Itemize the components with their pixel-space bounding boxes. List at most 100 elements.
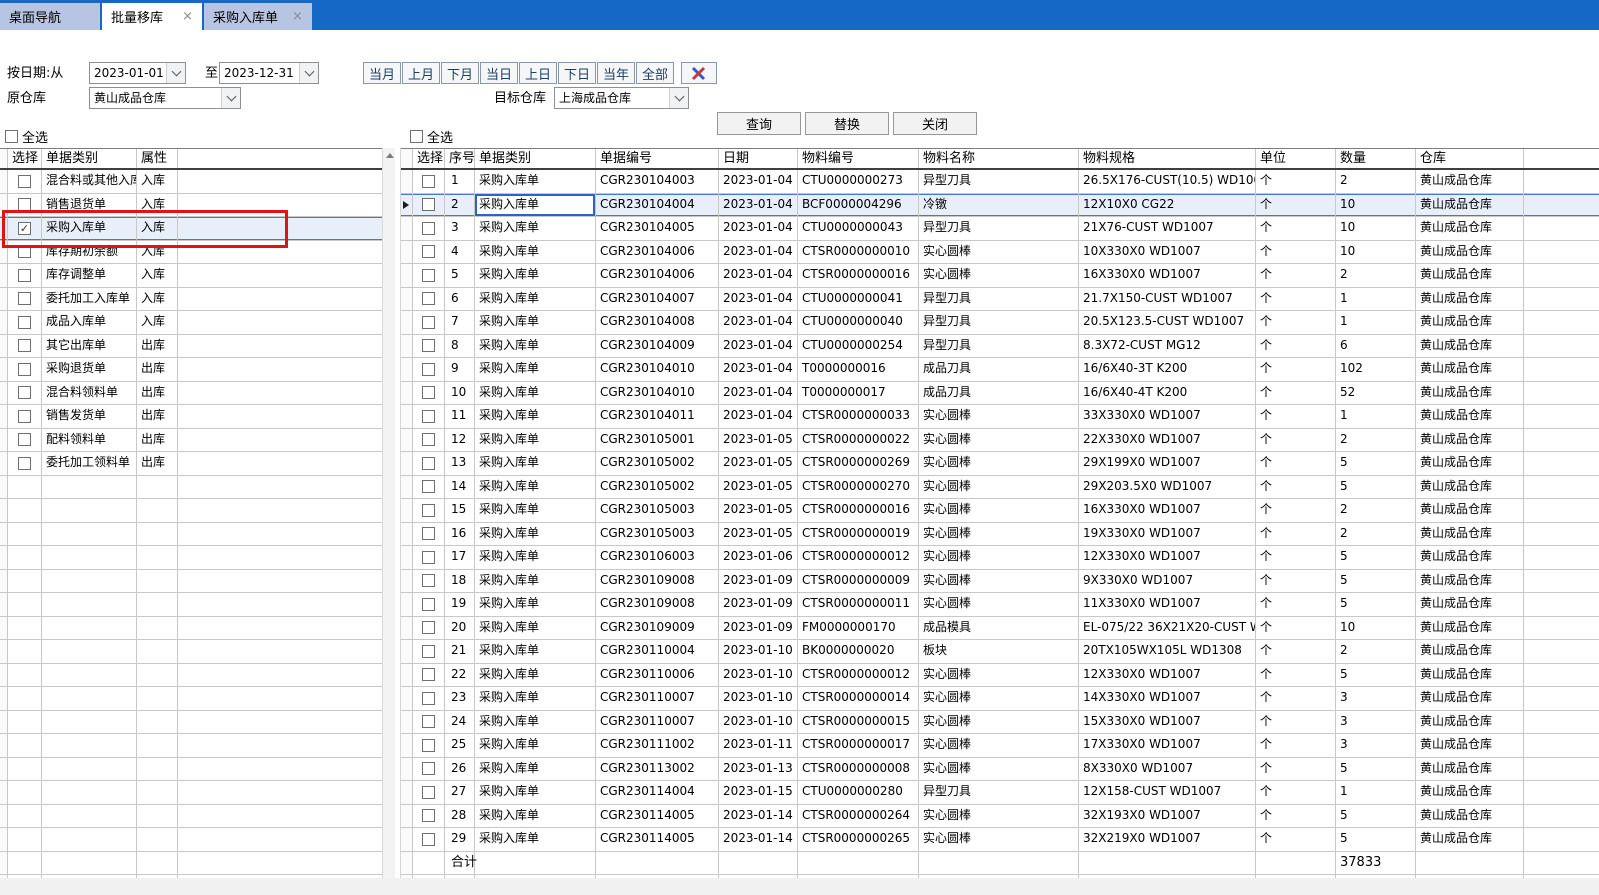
doc-no-cell[interactable]: CGR230109009 <box>596 617 719 640</box>
material-name-cell[interactable]: 实心圆棒 <box>919 828 1079 851</box>
checkbox-cell[interactable] <box>8 288 42 311</box>
checkbox-cell[interactable] <box>413 311 445 334</box>
material-name-cell[interactable]: 异型刀具 <box>919 311 1079 334</box>
doc-type-cell[interactable]: 委托加工入库单 <box>42 288 137 311</box>
qty-cell[interactable]: 1 <box>1336 311 1416 334</box>
material-no-cell[interactable]: BK0000000020 <box>798 640 919 663</box>
warehouse-cell[interactable]: 黄山成品仓库 <box>1416 828 1524 851</box>
row-checkbox[interactable] <box>422 198 435 211</box>
unit-cell[interactable]: 个 <box>1256 711 1336 734</box>
header-doc-no[interactable]: 单据编号 <box>596 149 719 168</box>
tab-batch-transfer[interactable]: 批量移库 × <box>102 3 202 30</box>
doc-no-cell[interactable]: CGR230106003 <box>596 546 719 569</box>
unit-cell[interactable]: 个 <box>1256 452 1336 475</box>
warehouse-cell[interactable]: 黄山成品仓库 <box>1416 405 1524 428</box>
unit-cell[interactable]: 个 <box>1256 593 1336 616</box>
row-checkbox[interactable] <box>18 292 31 305</box>
seq-cell[interactable]: 21 <box>445 640 475 663</box>
row-checkbox[interactable] <box>18 245 31 258</box>
checkbox-cell[interactable] <box>413 194 445 217</box>
qty-cell[interactable]: 2 <box>1336 640 1416 663</box>
table-row[interactable]: 27采购入库单CGR2301140042023-01-15CTU00000002… <box>401 781 1599 805</box>
doc-no-cell[interactable]: CGR230104004 <box>596 194 719 217</box>
table-row[interactable]: 其它出库单出库 <box>0 335 382 359</box>
doc-type-cell[interactable]: 采购入库单 <box>475 828 596 851</box>
attr-cell[interactable]: 出库 <box>137 405 178 428</box>
spec-cell[interactable]: 9X330X0 WD1007 <box>1079 570 1256 593</box>
seq-cell[interactable]: 11 <box>445 405 475 428</box>
qty-cell[interactable]: 2 <box>1336 523 1416 546</box>
row-checkbox[interactable] <box>422 809 435 822</box>
seq-cell[interactable]: 25 <box>445 734 475 757</box>
seq-cell[interactable]: 24 <box>445 711 475 734</box>
spec-cell[interactable]: 16X330X0 WD1007 <box>1079 264 1256 287</box>
attr-cell[interactable]: 入库 <box>137 288 178 311</box>
material-no-cell[interactable]: CTU0000000043 <box>798 217 919 240</box>
row-checkbox[interactable] <box>18 316 31 329</box>
doc-type-cell[interactable]: 采购入库单 <box>475 241 596 264</box>
row-checkbox[interactable] <box>422 245 435 258</box>
table-row[interactable]: 14采购入库单CGR2301050022023-01-05CTSR0000000… <box>401 476 1599 500</box>
date-cell[interactable]: 2023-01-14 <box>719 805 798 828</box>
material-name-cell[interactable]: 实心圆棒 <box>919 664 1079 687</box>
material-name-cell[interactable]: 实心圆棒 <box>919 570 1079 593</box>
qty-cell[interactable]: 5 <box>1336 452 1416 475</box>
qty-cell[interactable]: 2 <box>1336 429 1416 452</box>
qty-cell[interactable]: 5 <box>1336 664 1416 687</box>
material-name-cell[interactable]: 实心圆棒 <box>919 687 1079 710</box>
seq-cell[interactable]: 4 <box>445 241 475 264</box>
checkbox-cell[interactable]: ✓ <box>8 217 42 240</box>
qty-cell[interactable]: 5 <box>1336 546 1416 569</box>
unit-cell[interactable]: 个 <box>1256 358 1336 381</box>
qty-cell[interactable]: 5 <box>1336 570 1416 593</box>
spec-cell[interactable]: 17X330X0 WD1007 <box>1079 734 1256 757</box>
warehouse-cell[interactable]: 黄山成品仓库 <box>1416 264 1524 287</box>
table-row[interactable]: 销售发货单出库 <box>0 405 382 429</box>
date-cell[interactable]: 2023-01-14 <box>719 828 798 851</box>
table-row[interactable]: 20采购入库单CGR2301090092023-01-09FM000000017… <box>401 617 1599 641</box>
material-no-cell[interactable]: CTSR0000000014 <box>798 687 919 710</box>
checkbox-cell[interactable] <box>413 781 445 804</box>
doc-no-cell[interactable]: CGR230114005 <box>596 805 719 828</box>
doc-no-cell[interactable]: CGR230105002 <box>596 452 719 475</box>
replace-button[interactable]: 替换 <box>805 112 889 135</box>
material-no-cell[interactable]: CTSR0000000015 <box>798 711 919 734</box>
seq-cell[interactable]: 17 <box>445 546 475 569</box>
checkbox-cell[interactable] <box>413 452 445 475</box>
doc-no-cell[interactable]: CGR230104010 <box>596 358 719 381</box>
table-row[interactable]: 8采购入库单CGR2301040092023-01-04CTU000000025… <box>401 335 1599 359</box>
material-no-cell[interactable]: CTSR0000000010 <box>798 241 919 264</box>
doc-type-cell[interactable]: 采购入库单 <box>475 593 596 616</box>
chevron-down-icon[interactable] <box>299 63 318 83</box>
quick-button-next-month[interactable]: 下月 <box>441 62 479 84</box>
warehouse-cell[interactable]: 黄山成品仓库 <box>1416 288 1524 311</box>
unit-cell[interactable]: 个 <box>1256 640 1336 663</box>
table-row[interactable]: 配料领料单出库 <box>0 429 382 453</box>
table-row[interactable]: 13采购入库单CGR2301050022023-01-05CTSR0000000… <box>401 452 1599 476</box>
unit-cell[interactable]: 个 <box>1256 664 1336 687</box>
warehouse-cell[interactable]: 黄山成品仓库 <box>1416 523 1524 546</box>
checkbox-cell[interactable] <box>413 734 445 757</box>
row-checkbox[interactable] <box>18 386 31 399</box>
checkbox-cell[interactable] <box>413 805 445 828</box>
seq-cell[interactable]: 2 <box>445 194 475 217</box>
doc-type-cell[interactable]: 采购入库单 <box>475 711 596 734</box>
unit-cell[interactable]: 个 <box>1256 170 1336 193</box>
row-checkbox[interactable] <box>422 762 435 775</box>
material-no-cell[interactable]: CTSR0000000012 <box>798 664 919 687</box>
scroll-up-icon[interactable] <box>383 148 396 163</box>
table-row[interactable]: 库存期初余额入库 <box>0 241 382 265</box>
header-doc-type[interactable]: 单据类别 <box>42 149 137 168</box>
table-row[interactable]: 7采购入库单CGR2301040082023-01-04CTU000000004… <box>401 311 1599 335</box>
query-button[interactable]: 查询 <box>717 112 801 135</box>
seq-cell[interactable]: 22 <box>445 664 475 687</box>
table-row[interactable]: 混合料领料单出库 <box>0 382 382 406</box>
warehouse-cell[interactable]: 黄山成品仓库 <box>1416 217 1524 240</box>
unit-cell[interactable]: 个 <box>1256 523 1336 546</box>
warehouse-cell[interactable]: 黄山成品仓库 <box>1416 358 1524 381</box>
quick-button-current-year[interactable]: 当年 <box>597 62 635 84</box>
checkbox-cell[interactable] <box>413 429 445 452</box>
material-name-cell[interactable]: 实心圆棒 <box>919 805 1079 828</box>
qty-cell[interactable]: 5 <box>1336 476 1416 499</box>
doc-type-cell[interactable]: 采购入库单 <box>475 805 596 828</box>
